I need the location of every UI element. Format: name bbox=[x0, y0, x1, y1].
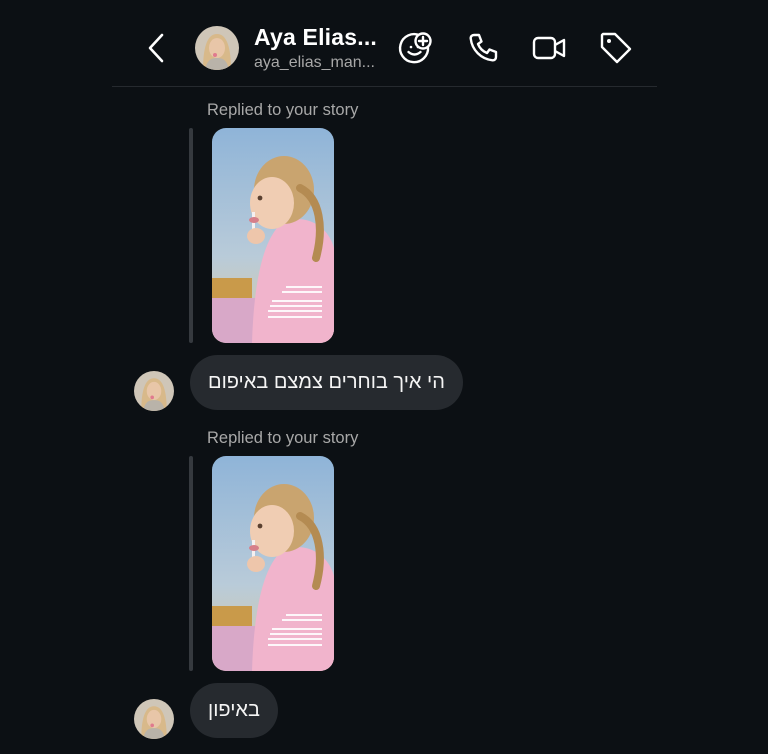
sender-avatar[interactable] bbox=[134, 371, 174, 411]
message-bubble[interactable]: באיפון bbox=[190, 683, 278, 738]
message-text: באיפון bbox=[208, 699, 260, 721]
contact-avatar[interactable] bbox=[195, 26, 239, 70]
reply-quote-bar bbox=[189, 128, 193, 343]
story-reply-label: Replied to your story bbox=[207, 101, 359, 119]
video-camera-icon[interactable] bbox=[531, 30, 567, 66]
reply-quote-bar bbox=[189, 456, 193, 671]
header-divider bbox=[112, 86, 657, 87]
story-reply-label: Replied to your story bbox=[207, 429, 359, 447]
phone-icon[interactable] bbox=[465, 30, 501, 66]
sender-avatar[interactable] bbox=[134, 699, 174, 739]
chat-header: Aya Elias... aya_elias_man... bbox=[0, 0, 768, 88]
tag-icon[interactable] bbox=[598, 30, 634, 66]
message-bubble[interactable]: הי איך בוחרים צמצם באיפום bbox=[190, 355, 463, 410]
sticker-add-icon[interactable] bbox=[397, 30, 433, 66]
contact-username[interactable]: aya_elias_man... bbox=[254, 54, 375, 72]
contact-name[interactable]: Aya Elias... bbox=[254, 24, 377, 51]
story-thumbnail[interactable] bbox=[212, 128, 334, 343]
story-thumbnail[interactable] bbox=[212, 456, 334, 671]
message-text: הי איך בוחרים צמצם באיפום bbox=[208, 371, 445, 393]
back-chevron-icon[interactable] bbox=[144, 32, 170, 64]
